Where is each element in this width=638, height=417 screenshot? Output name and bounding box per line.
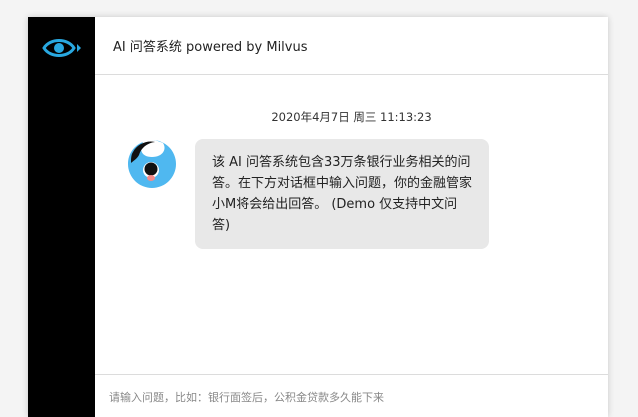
message-timestamp: 2020年4月7日 周三 11:13:23 xyxy=(271,110,432,124)
chat-window: AI 问答系统 powered by Milvus 2020年4月7日 周三 1… xyxy=(28,17,608,417)
eye-icon[interactable] xyxy=(42,35,82,61)
page-title: AI 问答系统 powered by Milvus xyxy=(113,40,308,55)
sidebar xyxy=(28,17,95,417)
question-input[interactable] xyxy=(109,387,589,407)
header: AI 问答系统 powered by Milvus xyxy=(95,17,608,75)
input-bar xyxy=(95,374,608,417)
bot-avatar-icon xyxy=(128,140,176,188)
chat-area: 2020年4月7日 周三 11:13:23 该 AI 问答系统包含33万条银行业… xyxy=(95,75,608,375)
message-bubble: 该 AI 问答系统包含33万条银行业务相关的问答。在下方对话框中输入问题，你的金… xyxy=(195,139,489,249)
